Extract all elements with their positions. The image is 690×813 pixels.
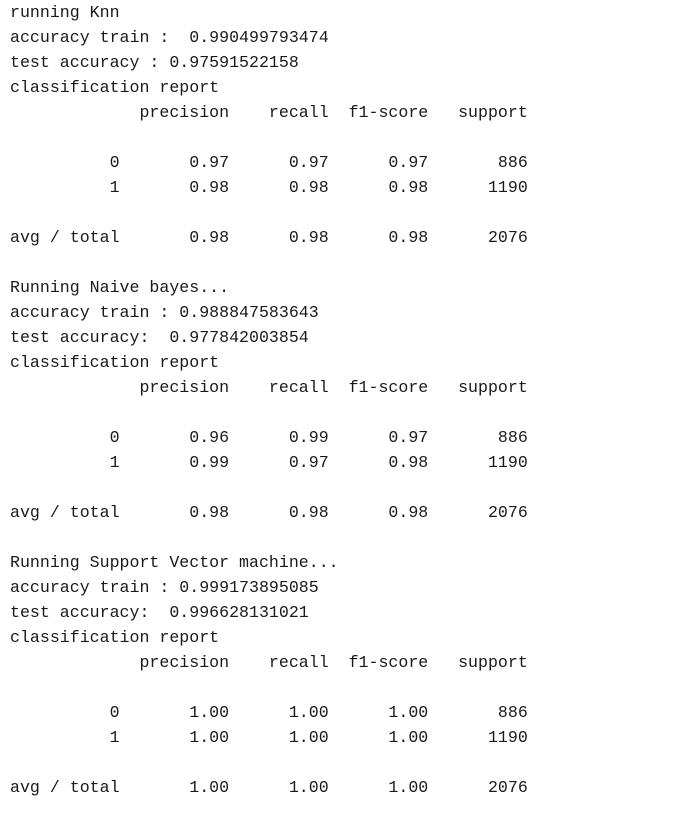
console-line: running Knn	[10, 3, 120, 22]
console-line: avg / total 1.00 1.00 1.00 2076	[10, 778, 528, 797]
console-line: precision recall f1-score support	[10, 103, 528, 122]
console-line: precision recall f1-score support	[10, 378, 528, 397]
console-line: 1 1.00 1.00 1.00 1190	[10, 728, 528, 747]
console-line: test accuracy: 0.996628131021	[10, 603, 309, 622]
console-line: 1 0.98 0.98 0.98 1190	[10, 178, 528, 197]
console-line: accuracy train : 0.990499793474	[10, 28, 329, 47]
console-line: Running Support Vector machine...	[10, 553, 339, 572]
console-line: accuracy train : 0.988847583643	[10, 303, 319, 322]
console-line: avg / total 0.98 0.98 0.98 2076	[10, 228, 528, 247]
console-line: classification report	[10, 78, 220, 97]
console-line: Running Naive bayes...	[10, 278, 230, 297]
console-line: test accuracy : 0.97591522158	[10, 53, 299, 72]
console-line: accuracy train : 0.999173895085	[10, 578, 319, 597]
console-line: 0 0.97 0.97 0.97 886	[10, 153, 528, 172]
console-line: precision recall f1-score support	[10, 653, 528, 672]
console-output: running Knn accuracy train : 0.990499793…	[0, 0, 690, 813]
console-line: 0 1.00 1.00 1.00 886	[10, 703, 528, 722]
console-line: 0 0.96 0.99 0.97 886	[10, 428, 528, 447]
console-line: classification report	[10, 628, 220, 647]
console-line: classification report	[10, 353, 220, 372]
console-line: test accuracy: 0.977842003854	[10, 328, 309, 347]
console-line: 1 0.99 0.97 0.98 1190	[10, 453, 528, 472]
console-line: avg / total 0.98 0.98 0.98 2076	[10, 503, 528, 522]
